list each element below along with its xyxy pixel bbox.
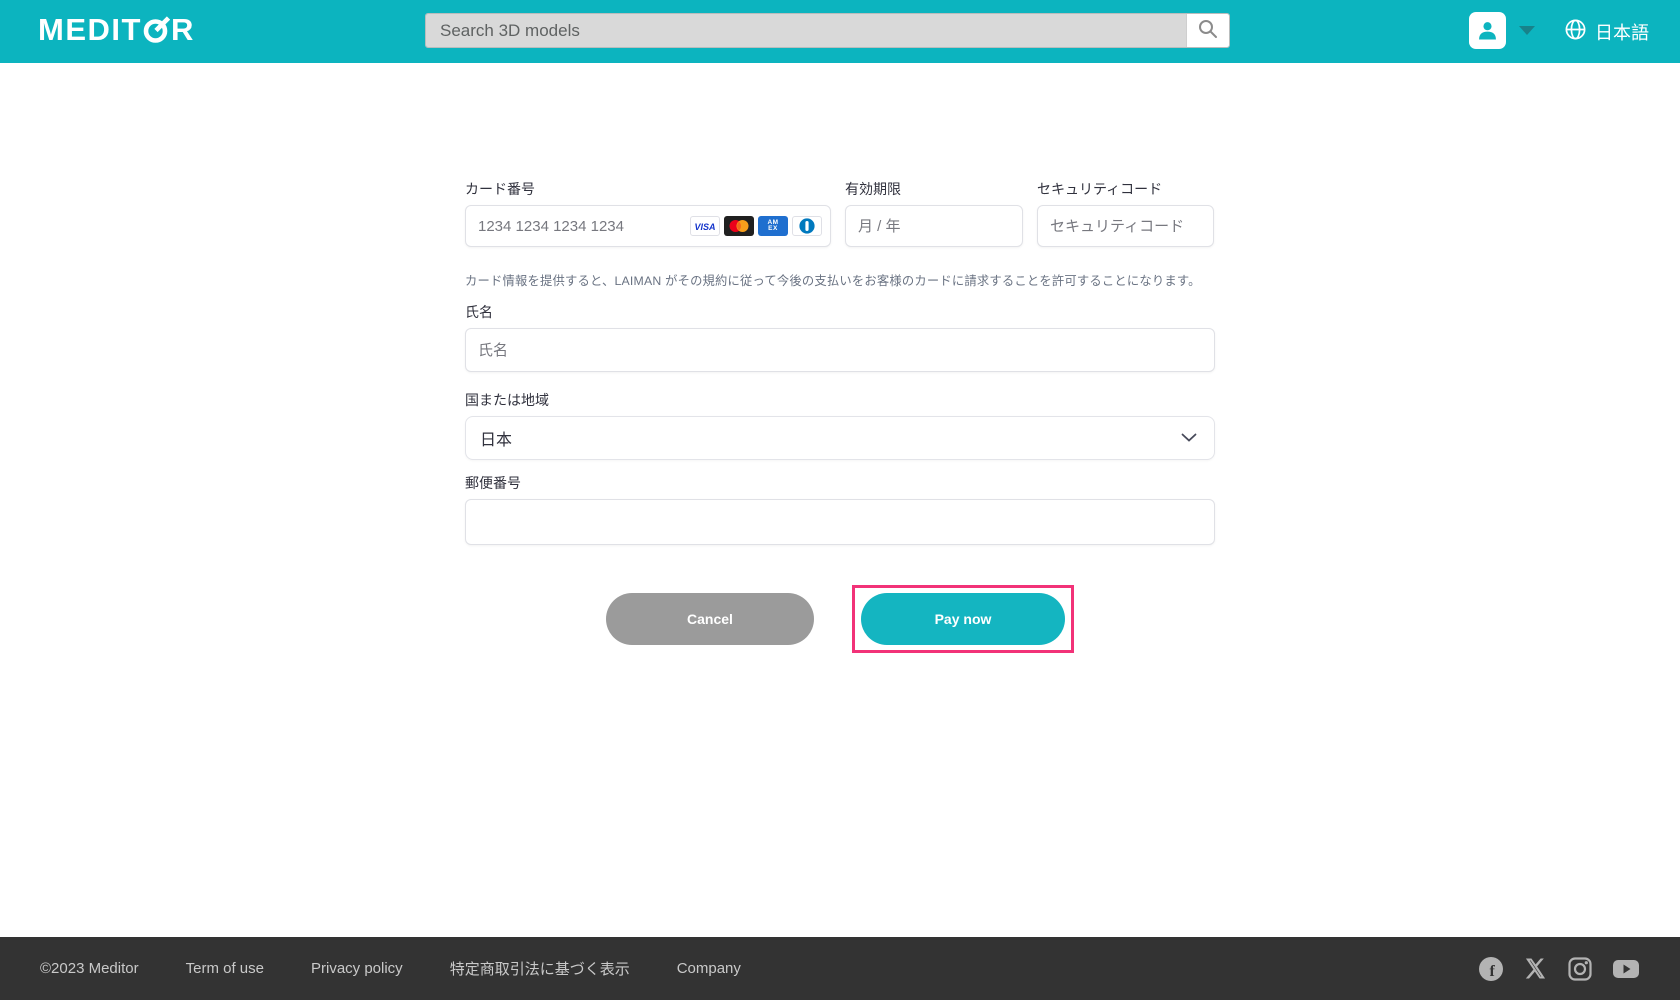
card-number-label: カード番号: [465, 179, 831, 199]
app-footer: ©2023 Meditor Term of use Privacy policy…: [0, 937, 1680, 1000]
security-code-input[interactable]: [1037, 205, 1214, 247]
search-icon: [1196, 17, 1220, 44]
footer-link-company[interactable]: Company: [677, 960, 741, 977]
expiry-input[interactable]: [845, 205, 1023, 247]
card-terms-disclaimer: カード情報を提供すると、LAIMAN がその規約に従って今後の支払いをお客様のカ…: [465, 271, 1215, 289]
svg-text:VISA: VISA: [694, 222, 715, 232]
footer-link-privacy[interactable]: Privacy policy: [311, 960, 403, 977]
globe-icon: [1564, 18, 1587, 46]
visa-icon: VISA: [690, 216, 720, 236]
instagram-icon[interactable]: [1567, 956, 1593, 982]
account-menu[interactable]: [1469, 12, 1535, 49]
search-input[interactable]: [426, 14, 1186, 47]
meditor-logo[interactable]: MEDIT R: [38, 12, 195, 48]
payment-page: カード番号 VISA: [0, 63, 1680, 937]
expiry-label: 有効期限: [845, 179, 1023, 199]
cancel-button[interactable]: Cancel: [606, 593, 814, 645]
youtube-icon[interactable]: [1612, 958, 1640, 980]
country-label: 国または地域: [465, 390, 1215, 410]
mastercard-icon: [724, 216, 754, 236]
x-twitter-icon[interactable]: [1523, 956, 1548, 981]
language-label: 日本語: [1595, 19, 1649, 45]
search-bar: [425, 13, 1230, 48]
copyright-text: ©2023 Meditor: [40, 960, 139, 977]
pay-now-button[interactable]: Pay now: [861, 593, 1065, 645]
user-avatar-icon: [1469, 12, 1506, 49]
name-input[interactable]: [465, 328, 1215, 372]
payment-form: カード番号 VISA: [465, 63, 1215, 653]
postal-code-input[interactable]: [465, 499, 1215, 545]
country-selected-value: 日本: [480, 426, 512, 450]
app-header: MEDIT R: [0, 0, 1680, 63]
chevron-down-icon: [1181, 429, 1197, 447]
amex-icon: AM EX: [758, 216, 788, 236]
pay-now-highlight-box: Pay now: [852, 585, 1074, 653]
country-select[interactable]: 日本: [465, 416, 1215, 460]
security-code-label: セキュリティコード: [1037, 179, 1214, 199]
logo-text-post: R: [171, 12, 195, 48]
chevron-down-icon: [1519, 26, 1535, 35]
search-button[interactable]: [1186, 14, 1229, 47]
footer-link-terms[interactable]: Term of use: [186, 960, 264, 977]
footer-link-commercial-law[interactable]: 特定商取引法に基づく表示: [450, 958, 630, 979]
card-brand-icons: VISA AM EX: [690, 216, 822, 236]
name-label: 氏名: [465, 302, 1215, 322]
diners-icon: [792, 216, 822, 236]
facebook-icon[interactable]: f: [1478, 956, 1504, 982]
svg-text:f: f: [1490, 963, 1496, 980]
logo-o-icon: [143, 15, 170, 45]
logo-text-pre: MEDIT: [38, 12, 142, 48]
postal-code-label: 郵便番号: [465, 473, 1215, 493]
language-selector[interactable]: 日本語: [1564, 0, 1649, 63]
